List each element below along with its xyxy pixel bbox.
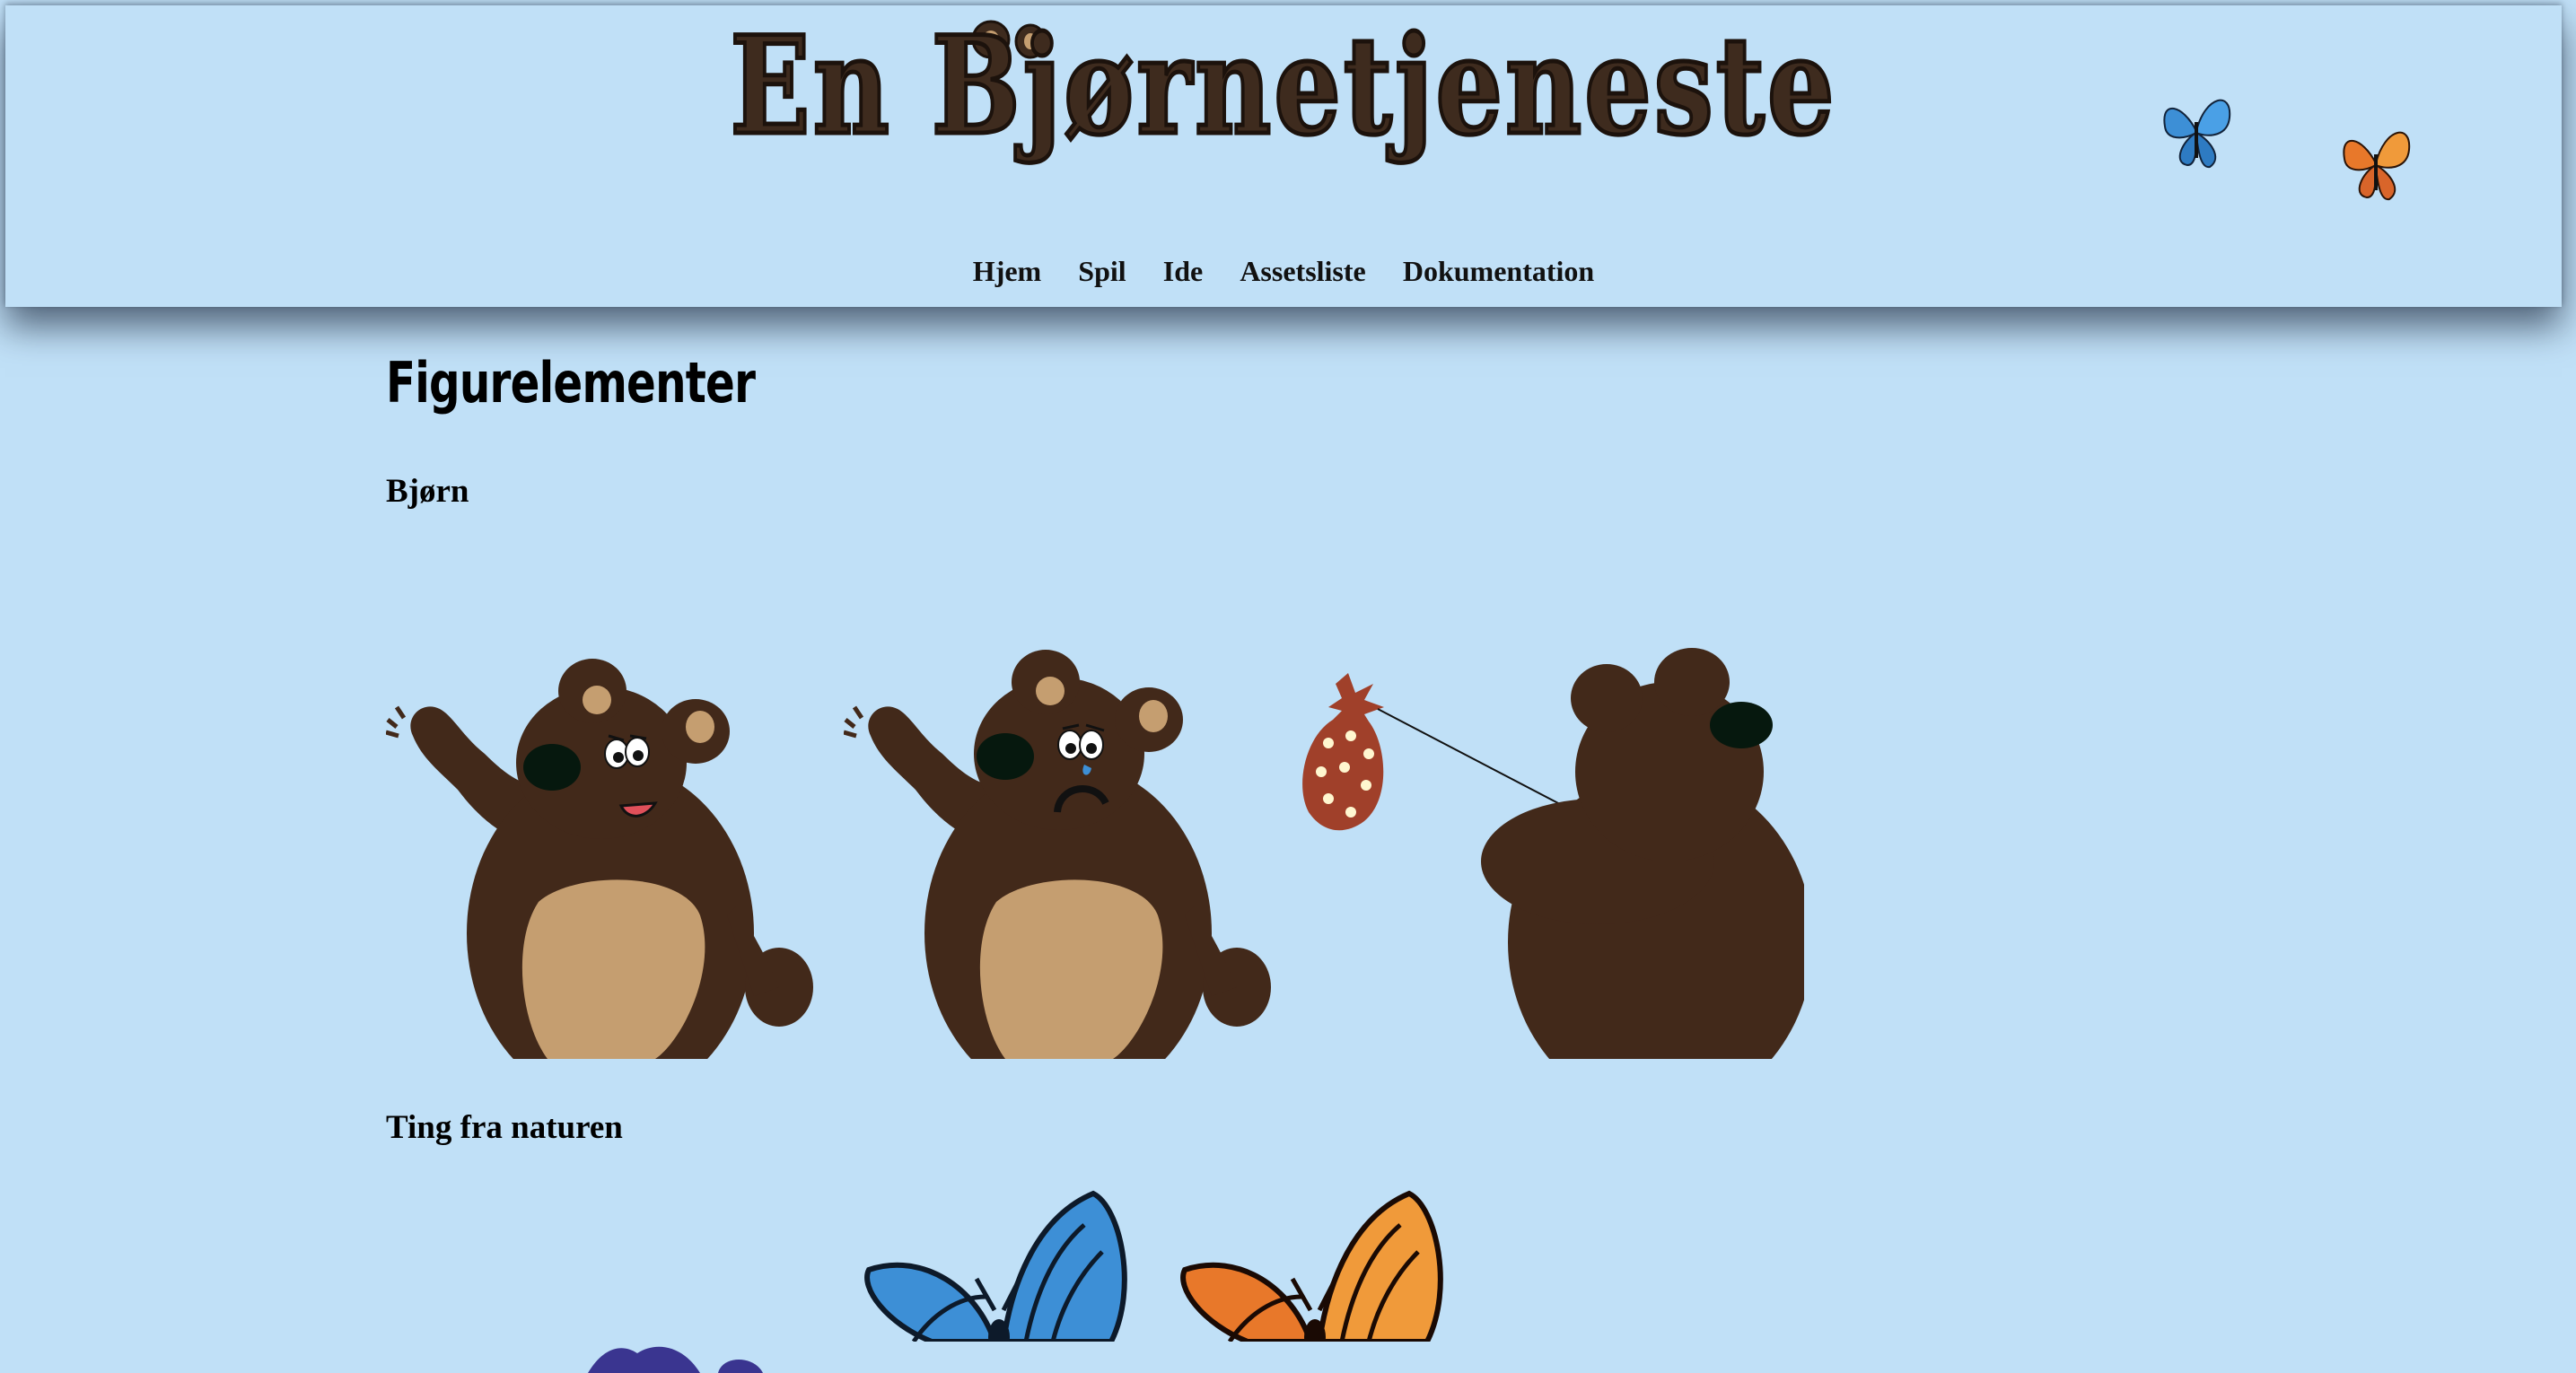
blue-butterfly-large-image <box>864 1190 1127 1342</box>
blue-butterfly-icon <box>2163 99 2231 169</box>
page-title: Figurelementer <box>386 350 756 415</box>
site-title: En Bjørnetjeneste <box>728 5 1837 168</box>
orange-butterfly-large-image <box>1180 1190 1443 1342</box>
sad-crying-bear-image <box>844 650 1271 1077</box>
nav-link-ide[interactable]: Ide <box>1163 255 1203 288</box>
main-nav: Hjem Spil Ide Assetsliste Dokumentation <box>5 255 2562 288</box>
orange-butterfly-icon <box>2343 131 2411 201</box>
nav-link-hjem[interactable]: Hjem <box>973 255 1041 288</box>
site-header: En Bjørnetjeneste Hjem Spil Ide Assetsli… <box>5 5 2562 307</box>
happy-waving-bear-image <box>386 659 813 1077</box>
nav-link-assetsliste[interactable]: Assetsliste <box>1240 255 1365 288</box>
nav-link-spil[interactable]: Spil <box>1078 255 1126 288</box>
nav-link-dokumentation[interactable]: Dokumentation <box>1403 255 1594 288</box>
section-heading-ting-fra-naturen: Ting fra naturen <box>386 1109 623 1146</box>
bear-with-hive-image <box>1302 648 1804 1077</box>
purple-flower-image <box>588 1346 763 1373</box>
main-content: Figurelementer Bjørn Ting fra naturen <box>386 350 2181 1373</box>
section-heading-bjorn: Bjørn <box>386 473 469 510</box>
